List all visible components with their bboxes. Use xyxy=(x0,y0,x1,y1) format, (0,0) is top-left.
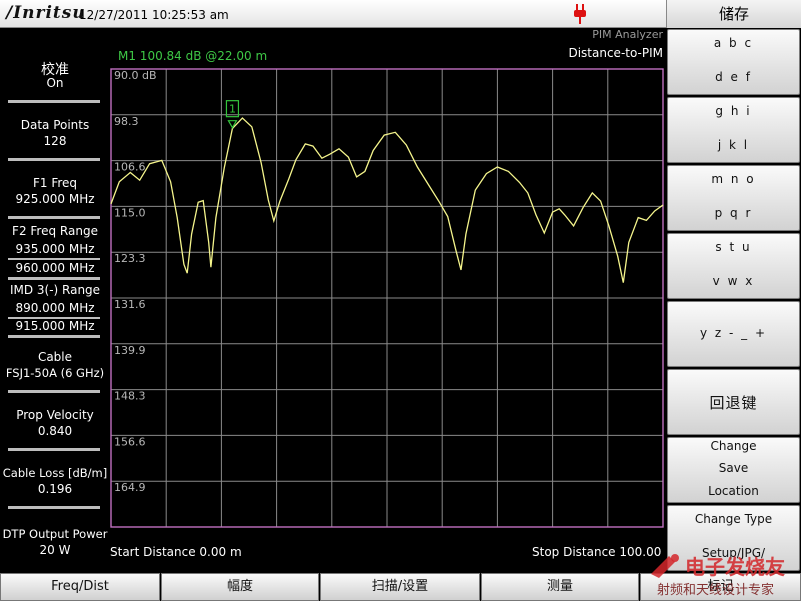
softkey-menu-title: 储存 xyxy=(666,0,801,28)
separator xyxy=(8,158,100,161)
imd3-range-start: 890.000 MHz xyxy=(15,301,95,315)
menu-sweep-setup[interactable]: 扫描/设置 xyxy=(320,573,480,601)
softkey-line: 回退键 xyxy=(709,394,758,412)
watermark-subtitle: 射频和天线设计专家 xyxy=(657,582,774,598)
y-tick-label: 164.9 xyxy=(114,481,146,494)
softkey-panel: 储存 a b c d e f g h i j k l m n o p q r s… xyxy=(666,0,801,601)
f2-freq-range-label: F2 Freq Range xyxy=(12,224,98,238)
start-distance: Start Distance 0.00 m xyxy=(110,545,242,559)
y-tick-label: 123.3 xyxy=(114,252,146,265)
softkey-mno-pqr[interactable]: m n o p q r xyxy=(667,165,800,231)
imd3-range-label: IMD 3(-) Range xyxy=(9,283,101,297)
separator xyxy=(8,216,100,219)
data-points-value: 128 xyxy=(43,134,67,148)
plot-grid xyxy=(111,69,663,527)
separator xyxy=(8,335,100,338)
softkey-line: g h i xyxy=(715,104,752,118)
watermark-title: 电子发烧友 xyxy=(685,555,785,579)
calibration-value: On xyxy=(46,76,64,90)
menu-freq-dist[interactable]: Freq/Dist xyxy=(0,573,160,601)
softkey-line: Change xyxy=(710,439,757,453)
f2-freq-range-start: 935.000 MHz xyxy=(15,242,95,256)
cable-value: FSJ1-50A (6 GHz) xyxy=(5,366,105,380)
softkey-line: d e f xyxy=(715,70,752,84)
f2-freq-range-stop: 960.000 MHz xyxy=(15,261,95,275)
y-tick-label: 156.6 xyxy=(114,435,146,448)
menu-measure[interactable]: 测量 xyxy=(481,573,639,601)
data-points-label: Data Points xyxy=(20,118,90,132)
softkey-change-save-location[interactable]: Change Save Location xyxy=(667,437,800,503)
y-tick-label: 131.6 xyxy=(114,298,146,311)
softkey-line: j k l xyxy=(717,138,750,152)
f1-freq-value: 925.000 MHz xyxy=(15,192,95,206)
softkey-ghi-jkl[interactable]: g h i j k l xyxy=(667,97,800,163)
mode-label: PIM Analyzer xyxy=(592,28,663,41)
imd3-range-stop: 915.000 MHz xyxy=(15,319,95,333)
softkey-line: v w x xyxy=(712,274,755,288)
softkey-line: y z - _ + xyxy=(699,326,768,340)
y-axis-tick-labels: 90.0 dB 98.3 106.6 115.0 123.3 131.6 139.9 148.… xyxy=(114,69,157,494)
separator xyxy=(8,390,100,393)
y-tick-label: 115.0 xyxy=(114,206,146,219)
cable-loss-label: Cable Loss [dB/m] xyxy=(2,466,108,480)
separator xyxy=(8,258,100,260)
parameter-panel: 校准 On Data Points 128 F1 Freq 925.000 MH… xyxy=(0,28,110,571)
measurement-title: Distance-to-PIM xyxy=(568,46,663,60)
marker-1-label: 1 xyxy=(229,103,236,116)
softkey-line: p q r xyxy=(714,206,753,220)
prop-velocity-label: Prop Velocity xyxy=(16,408,94,422)
separator xyxy=(8,506,100,509)
dtp-output-power-label: DTP Output Power xyxy=(2,527,108,541)
y-tick-label: 98.3 xyxy=(114,115,139,128)
softkey-line: s t u xyxy=(715,240,752,254)
softkey-line: Change Type xyxy=(694,512,773,526)
separator xyxy=(8,100,100,103)
softkey-yz-symbols[interactable]: y z - _ + xyxy=(667,301,800,367)
softkey-stu-vwx[interactable]: s t u v w x xyxy=(667,233,800,299)
y-tick-label: 139.9 xyxy=(114,344,146,357)
y-tick-label: 148.3 xyxy=(114,390,146,403)
softkey-line: a b c xyxy=(713,36,754,50)
softkey-backspace[interactable]: 回退键 xyxy=(667,369,800,435)
marker-1-pointer xyxy=(227,120,238,129)
softkey-line: Save xyxy=(718,461,749,475)
y-tick-label: 106.6 xyxy=(114,161,146,174)
watermark-logo: 电子发烧友 射频和天线设计专家 xyxy=(651,554,785,598)
separator xyxy=(8,277,100,280)
softkey-line: m n o xyxy=(711,172,756,186)
softkey-abc-def[interactable]: a b c d e f xyxy=(667,29,800,95)
menu-amplitude[interactable]: 幅度 xyxy=(161,573,319,601)
marker-readout: M1 100.84 dB @22.00 m xyxy=(118,49,268,63)
prop-velocity-value: 0.840 xyxy=(37,424,73,438)
dtp-output-power-value: 20 W xyxy=(39,543,71,557)
separator xyxy=(8,448,100,451)
softkey-line: Location xyxy=(708,484,759,498)
f1-freq-label: F1 Freq xyxy=(32,176,78,190)
cable-label: Cable xyxy=(37,350,73,364)
y-tick-label: 90.0 dB xyxy=(114,69,157,82)
cable-loss-value: 0.196 xyxy=(37,482,73,496)
